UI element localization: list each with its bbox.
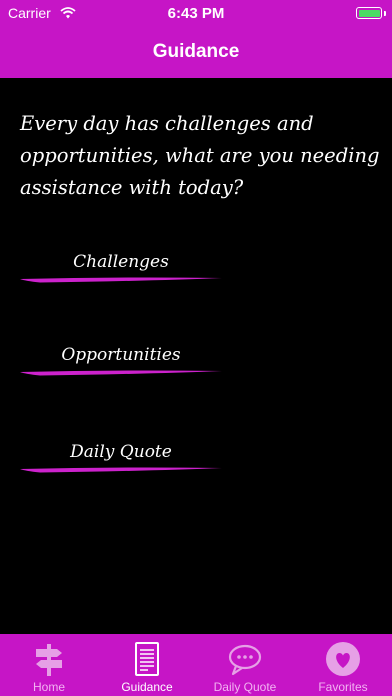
- daily-quote-label: Daily Quote: [70, 442, 172, 462]
- speech-bubble-icon: [226, 640, 264, 678]
- heart-icon: [324, 640, 362, 678]
- tab-daily-quote[interactable]: Daily Quote: [196, 634, 294, 696]
- opportunities-button[interactable]: Opportunities: [20, 343, 222, 387]
- tab-favorites[interactable]: Favorites: [294, 634, 392, 696]
- daily-quote-button[interactable]: Daily Quote: [20, 440, 222, 484]
- page-title: Guidance: [152, 41, 240, 62]
- opportunities-label: Opportunities: [61, 345, 181, 365]
- brush-underline: [20, 277, 222, 283]
- tab-favorites-label: Favorites: [318, 680, 368, 694]
- brush-underline: [20, 370, 222, 376]
- brush-underline: [20, 467, 222, 473]
- tab-bar: Home Guidance Daily Quote Favorites: [0, 634, 392, 696]
- guidance-prompt: Every day has challenges and opportuniti…: [20, 112, 380, 199]
- tab-daily-quote-label: Daily Quote: [213, 680, 277, 694]
- tab-home-label: Home: [32, 680, 65, 694]
- tab-guidance[interactable]: Guidance: [98, 634, 196, 696]
- challenges-label: Challenges: [73, 252, 169, 272]
- tab-guidance-label: Guidance: [121, 680, 173, 694]
- battery-icon: [356, 7, 382, 19]
- signpost-icon: [30, 640, 68, 678]
- tab-home[interactable]: Home: [0, 634, 98, 696]
- navigation-bar: Guidance: [0, 28, 392, 78]
- battery-tip: [384, 11, 386, 16]
- challenges-button[interactable]: Challenges: [20, 250, 222, 294]
- clock: 6:43 PM: [167, 5, 225, 22]
- document-icon: [128, 640, 166, 678]
- status-bar: Carrier 6:43 PM: [0, 0, 392, 28]
